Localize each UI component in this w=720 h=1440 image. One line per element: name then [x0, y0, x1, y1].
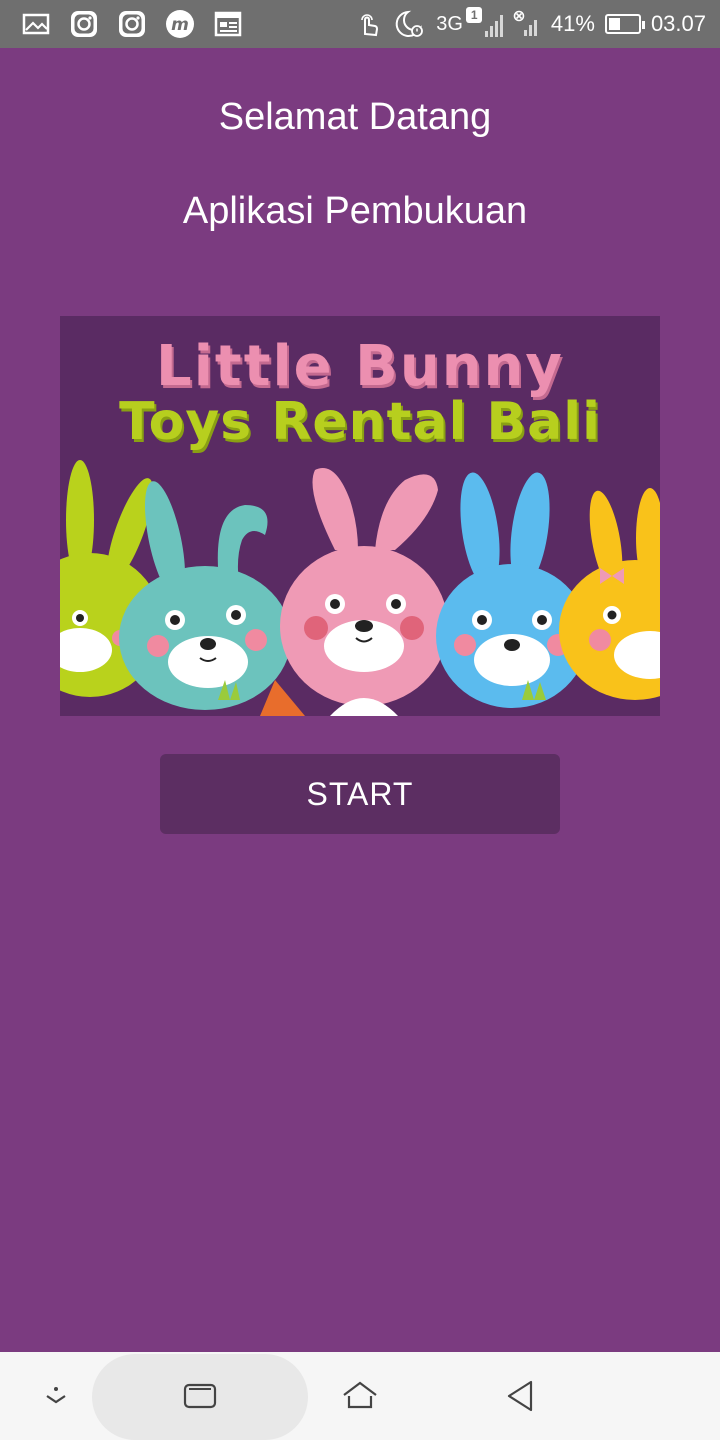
banner-image: Little Bunny Toys Rental Bali: [60, 316, 660, 716]
do-not-disturb-alarm-icon: [394, 8, 426, 40]
banner-line2: Toys Rental Bali: [119, 392, 601, 452]
start-button[interactable]: START: [160, 754, 560, 834]
battery-percent: 41%: [550, 11, 595, 36]
home-icon[interactable]: [336, 1372, 384, 1420]
hide-nav-icon[interactable]: [32, 1372, 80, 1420]
no-signal-icon: [513, 8, 541, 40]
battery-icon: [604, 14, 645, 34]
system-indicators: 3G 1 41% 03.07: [352, 6, 706, 42]
m-app-icon: m: [164, 8, 196, 40]
sim-badge: 1: [466, 6, 483, 23]
banner-line1: Little Bunny: [156, 334, 564, 399]
status-time: 03.07: [650, 11, 706, 36]
yellow-bunny: [559, 488, 660, 700]
svg-text:m: m: [171, 15, 189, 35]
app-subtitle: Aplikasi Pembukuan: [182, 190, 528, 232]
gallery-icon: [20, 8, 52, 40]
notification-icons: m: [20, 8, 244, 40]
network-label: 3G: [436, 12, 463, 35]
touch-icon: [352, 8, 384, 40]
instagram-icon: [116, 8, 148, 40]
pink-bunny: [260, 468, 448, 716]
battery-fill: [608, 18, 620, 30]
welcome-title: Selamat Datang: [218, 96, 492, 138]
blue-bunny: [436, 472, 588, 708]
back-icon[interactable]: [496, 1372, 544, 1420]
calendar-icon: [212, 8, 244, 40]
navigation-bar: [0, 1352, 720, 1440]
status-bar: m 3G 1 41% 03.07: [0, 0, 720, 48]
network-type: 3G 1: [436, 6, 483, 36]
recent-apps-icon[interactable]: [176, 1372, 224, 1420]
signal-strength-icon: [484, 11, 503, 37]
bunnies-illustration: [60, 460, 660, 716]
instagram-icon: [68, 8, 100, 40]
